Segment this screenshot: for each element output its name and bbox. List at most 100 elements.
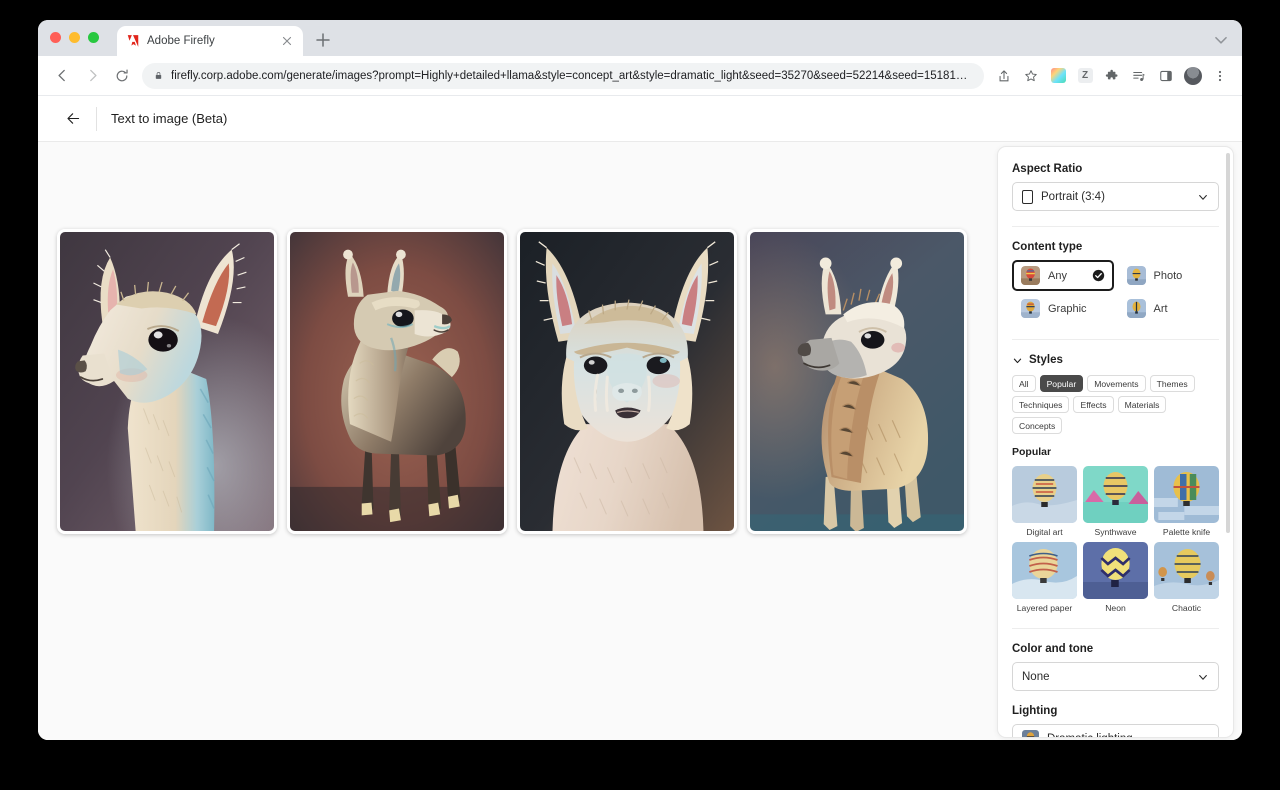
- address-bar[interactable]: firefly.corp.adobe.com/generate/images?p…: [142, 63, 984, 89]
- window-maximize-button[interactable]: [88, 32, 99, 43]
- content-type-label: Content type: [1012, 241, 1219, 253]
- style-tile-chaotic[interactable]: Chaotic: [1154, 542, 1219, 613]
- style-name: Neon: [1105, 603, 1126, 613]
- style-filter-all[interactable]: All: [1012, 375, 1036, 392]
- browser-reload-button[interactable]: [108, 62, 136, 90]
- style-filter-popular[interactable]: Popular: [1040, 375, 1084, 392]
- llama-image-1: [60, 232, 274, 531]
- extensions-puzzle-icon[interactable]: [1100, 64, 1124, 88]
- chaotic-thumbnail-icon: [1154, 542, 1219, 599]
- tab-search-chevron-down-icon[interactable]: [1212, 31, 1230, 49]
- generated-images-grid: [57, 229, 967, 534]
- color-and-tone-dropdown[interactable]: None: [1012, 662, 1219, 691]
- style-tile-palette-knife[interactable]: Palette knife: [1154, 466, 1219, 537]
- style-filter-techniques[interactable]: Techniques: [1012, 396, 1069, 413]
- chevron-down-icon: [1197, 671, 1209, 683]
- panel-divider-2: [1012, 339, 1219, 340]
- digital-art-thumbnail-icon: [1012, 466, 1077, 523]
- content-type-options: Any Photo: [1012, 260, 1219, 324]
- palette-knife-thumbnail-icon: [1154, 466, 1219, 523]
- color-and-tone-label: Color and tone: [1012, 643, 1219, 655]
- browser-toolbar-icons: Z: [992, 64, 1232, 88]
- lighting-label: Lighting: [1012, 705, 1219, 717]
- settings-panel: Aspect Ratio Portrait (3:4) Content type: [997, 146, 1234, 738]
- styles-label: Styles: [1029, 354, 1063, 366]
- tab-close-icon[interactable]: [280, 34, 294, 48]
- window-traffic-lights: [50, 20, 99, 56]
- app-body: Highly detailed llama Clear all: [38, 142, 1242, 740]
- adobe-firefly-favicon: [126, 34, 140, 48]
- content-type-photo-thumbnail-icon: [1127, 266, 1146, 285]
- portrait-rectangle-icon: [1022, 190, 1033, 204]
- content-type-option-photo[interactable]: Photo: [1118, 260, 1220, 291]
- bookmark-star-icon[interactable]: [1019, 64, 1043, 88]
- header-divider: [96, 107, 97, 131]
- content-type-graphic-thumbnail-icon: [1021, 299, 1040, 318]
- browser-tab-adobe-firefly[interactable]: Adobe Firefly: [117, 26, 303, 56]
- browser-back-button[interactable]: [48, 62, 76, 90]
- lighting-value: Dramatic lighting: [1047, 733, 1189, 739]
- panel-divider: [1012, 226, 1219, 227]
- style-filter-themes[interactable]: Themes: [1150, 375, 1195, 392]
- style-name: Palette knife: [1163, 527, 1210, 537]
- llama-result-2[interactable]: [287, 229, 507, 534]
- style-filter-effects[interactable]: Effects: [1073, 396, 1113, 413]
- style-thumbnails-grid: Digital art Synthwave: [1012, 466, 1219, 613]
- browser-tab-title: Adobe Firefly: [147, 35, 273, 47]
- style-tile-synthwave[interactable]: Synthwave: [1083, 466, 1148, 537]
- style-filter-movements[interactable]: Movements: [1087, 375, 1145, 392]
- style-filter-chips: All Popular Movements Themes Techniques …: [1012, 375, 1219, 434]
- aspect-ratio-dropdown[interactable]: Portrait (3:4): [1012, 182, 1219, 211]
- app-header: Text to image (Beta): [38, 96, 1242, 142]
- color-extension-icon[interactable]: [1046, 64, 1070, 88]
- lighting-dropdown[interactable]: Dramatic lighting: [1012, 724, 1219, 738]
- content-type-any-thumbnail-icon: [1021, 266, 1040, 285]
- profile-avatar[interactable]: [1181, 64, 1205, 88]
- styles-group-title: Popular: [1012, 446, 1219, 458]
- content-type-option-graphic[interactable]: Graphic: [1012, 293, 1114, 324]
- style-filter-materials[interactable]: Materials: [1118, 396, 1167, 413]
- synthwave-thumbnail-icon: [1083, 466, 1148, 523]
- new-tab-icon[interactable]: [313, 30, 333, 50]
- content-type-label-any: Any: [1048, 270, 1084, 282]
- app-back-button[interactable]: [56, 102, 90, 136]
- reading-list-icon[interactable]: [1127, 64, 1151, 88]
- browser-forward-button[interactable]: [78, 62, 106, 90]
- llama-result-3[interactable]: [517, 229, 737, 534]
- llama-result-4[interactable]: [747, 229, 967, 534]
- page-title: Text to image (Beta): [111, 111, 227, 126]
- styles-section-header[interactable]: Styles: [1012, 354, 1219, 366]
- content-type-label-graphic: Graphic: [1048, 303, 1105, 315]
- browser-tab-strip: Adobe Firefly: [38, 20, 1242, 56]
- browser-menu-icon[interactable]: [1208, 64, 1232, 88]
- style-tile-layered-paper[interactable]: Layered paper: [1012, 542, 1077, 613]
- aspect-ratio-value: Portrait (3:4): [1041, 191, 1189, 203]
- panel-divider-3: [1012, 628, 1219, 629]
- llama-image-4: [750, 232, 964, 531]
- browser-toolbar: firefly.corp.adobe.com/generate/images?p…: [38, 56, 1242, 96]
- style-filter-concepts[interactable]: Concepts: [1012, 417, 1062, 434]
- chevron-down-icon: [1197, 191, 1209, 203]
- share-icon[interactable]: [992, 64, 1016, 88]
- neon-thumbnail-icon: [1083, 542, 1148, 599]
- address-bar-url: firefly.corp.adobe.com/generate/images?p…: [171, 70, 972, 82]
- content-type-art-thumbnail-icon: [1127, 299, 1146, 318]
- content-type-option-art[interactable]: Art: [1118, 293, 1220, 324]
- style-tile-neon[interactable]: Neon: [1083, 542, 1148, 613]
- style-tile-digital-art[interactable]: Digital art: [1012, 466, 1077, 537]
- browser-window: Adobe Firefly: [38, 20, 1242, 740]
- window-close-button[interactable]: [50, 32, 61, 43]
- settings-panel-scrollbar[interactable]: [1226, 153, 1230, 533]
- llama-image-3: [520, 232, 734, 531]
- window-minimize-button[interactable]: [69, 32, 80, 43]
- content-type-label-photo: Photo: [1154, 270, 1211, 282]
- zotero-extension-icon[interactable]: Z: [1073, 64, 1097, 88]
- style-name: Synthwave: [1094, 527, 1136, 537]
- content-type-option-any[interactable]: Any: [1012, 260, 1114, 291]
- color-and-tone-value: None: [1022, 671, 1189, 683]
- style-name: Chaotic: [1172, 603, 1201, 613]
- llama-result-1[interactable]: [57, 229, 277, 534]
- check-circle-icon: [1092, 269, 1105, 282]
- side-panel-icon[interactable]: [1154, 64, 1178, 88]
- lighting-thumbnail-icon: [1022, 730, 1039, 738]
